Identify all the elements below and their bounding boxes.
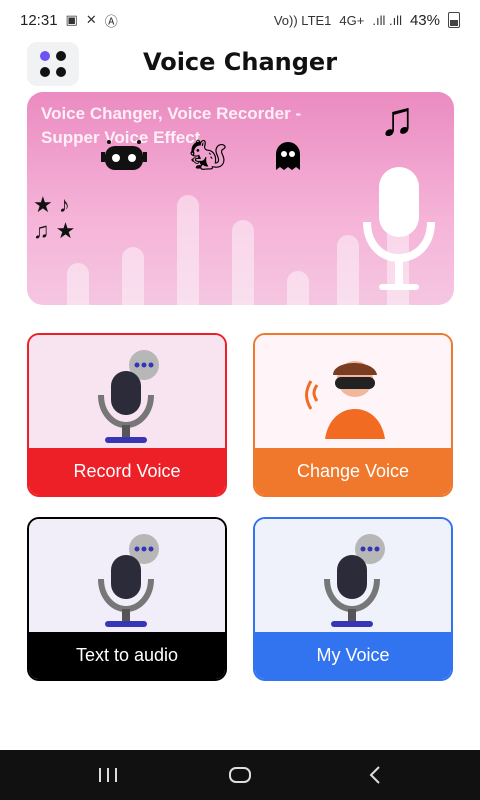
squirrel-icon: 🐿 — [189, 139, 228, 172]
signal-label: 4G+ — [339, 12, 365, 28]
gallery-icon: ▣ — [65, 12, 78, 27]
clock: 12:31 — [20, 11, 58, 29]
signal-bars-icon: .ıll .ıll — [372, 12, 402, 28]
music-notes-stars-icon: ★ ♪ ♫ ★ — [33, 192, 76, 243]
ghost-icon — [276, 142, 300, 170]
status-right: Vo)) LTE1 4G+ .ıll .ıll 43% — [274, 12, 460, 29]
battery-percent: 43% — [409, 11, 440, 29]
card-illustration — [29, 519, 225, 634]
android-navigation-bar — [0, 750, 480, 800]
card-illustration — [255, 335, 451, 450]
robot-icon — [101, 140, 147, 170]
music-notes-icon: ♫ — [379, 93, 415, 146]
network-label: Vo)) LTE1 — [273, 12, 332, 28]
back-button[interactable] — [345, 760, 405, 790]
page-title: Voice Changer — [142, 48, 338, 76]
microphone-icon — [98, 350, 159, 443]
record-voice-card[interactable]: Record Voice — [27, 333, 227, 497]
vr-headset-person-icon — [305, 361, 385, 439]
text-to-audio-label: Text to audio — [29, 632, 225, 679]
recent-apps-button[interactable] — [78, 760, 138, 790]
card-illustration — [29, 335, 225, 450]
my-voice-card[interactable]: My Voice — [253, 517, 453, 681]
microphone-icon — [363, 167, 435, 290]
change-voice-label: Change Voice — [255, 448, 451, 495]
microphone-icon — [324, 534, 385, 627]
app-header: Voice Changer — [0, 40, 480, 86]
microphone-icon — [98, 534, 159, 627]
card-illustration — [255, 519, 451, 634]
change-voice-card[interactable]: Change Voice — [253, 333, 453, 497]
status-bar: 12:31 ▣ ✕ Ⓐ Vo)) LTE1 4G+ .ıll .ıll 43% — [0, 0, 480, 40]
my-voice-label: My Voice — [255, 632, 451, 679]
battery-icon — [448, 12, 460, 28]
status-left: 12:31 ▣ ✕ Ⓐ — [20, 11, 118, 30]
home-button[interactable] — [210, 760, 270, 790]
game-controller-icon: ✕ — [85, 12, 97, 27]
record-voice-label: Record Voice — [29, 448, 225, 495]
app-notification-icon: Ⓐ — [104, 13, 118, 29]
text-to-audio-card[interactable]: Text to audio — [27, 517, 227, 681]
promo-banner[interactable]: Voice Changer, Voice Recorder - Supper V… — [27, 92, 454, 305]
